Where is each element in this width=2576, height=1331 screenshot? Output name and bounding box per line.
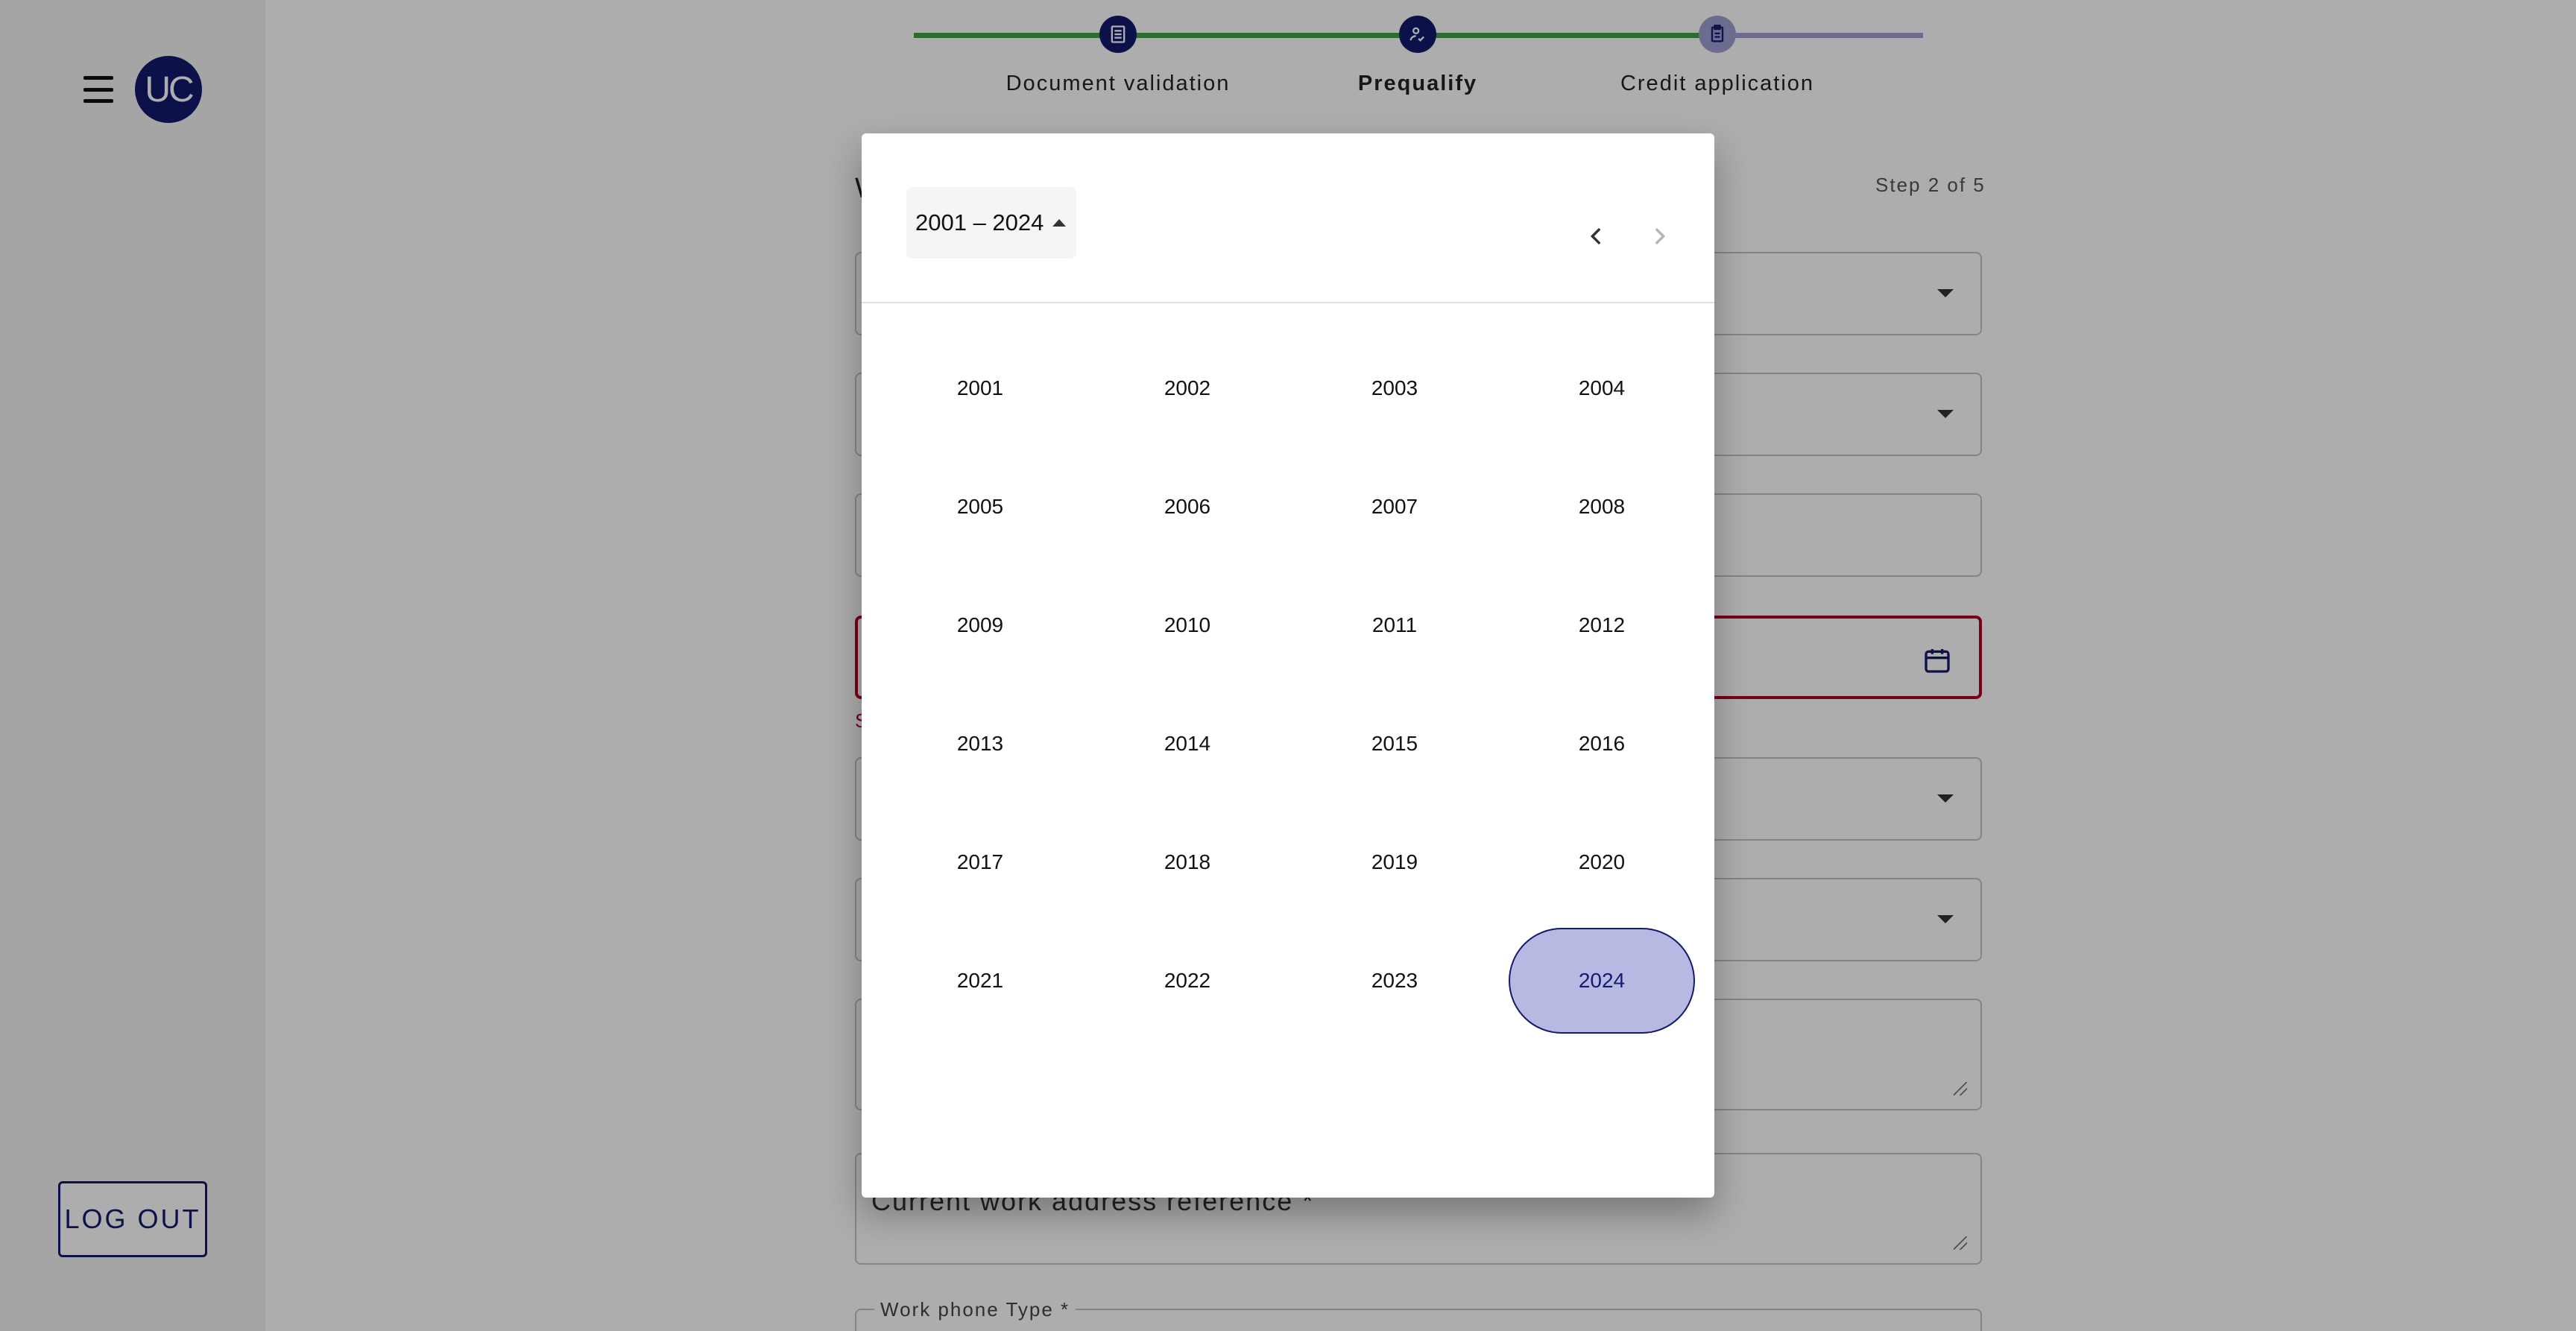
year-option-2020[interactable]: 2020: [1498, 803, 1705, 921]
year-option-label: 2012: [1578, 613, 1626, 636]
chevron-left-icon: [1590, 227, 1601, 245]
year-option-2011[interactable]: 2011: [1291, 566, 1498, 684]
year-option-label: 2022: [1164, 968, 1211, 992]
year-option-2003[interactable]: 2003: [1291, 329, 1498, 447]
year-option-2017[interactable]: 2017: [877, 803, 1084, 921]
year-option-2014[interactable]: 2014: [1084, 684, 1291, 803]
caret-up-icon: [1052, 219, 1067, 227]
year-option-label: 2019: [1371, 850, 1418, 873]
next-years-button[interactable]: [1638, 215, 1680, 257]
year-option-label: 2014: [1164, 731, 1211, 755]
year-option-2001[interactable]: 2001: [877, 329, 1084, 447]
year-option-label: 2017: [956, 850, 1004, 873]
year-option-2004[interactable]: 2004: [1498, 329, 1705, 447]
year-option-label: 2009: [956, 613, 1004, 636]
year-option-2016[interactable]: 2016: [1498, 684, 1705, 803]
year-option-2008[interactable]: 2008: [1498, 447, 1705, 566]
year-option-label: 2024: [1509, 927, 1695, 1034]
year-option-2007[interactable]: 2007: [1291, 447, 1498, 566]
year-option-label: 2018: [1164, 850, 1211, 873]
year-option-label: 2016: [1578, 731, 1626, 755]
year-option-2002[interactable]: 2002: [1084, 329, 1291, 447]
year-option-2009[interactable]: 2009: [877, 566, 1084, 684]
year-option-2018[interactable]: 2018: [1084, 803, 1291, 921]
year-option-label: 2004: [1578, 376, 1626, 399]
year-option-label: 2008: [1578, 494, 1626, 518]
year-range-label: 2001 – 2024: [915, 209, 1044, 235]
year-range-toggle[interactable]: 2001 – 2024: [906, 187, 1076, 259]
year-option-2012[interactable]: 2012: [1498, 566, 1705, 684]
previous-years-button[interactable]: [1576, 215, 1617, 257]
year-option-2005[interactable]: 2005: [877, 447, 1084, 566]
year-option-label: 2023: [1371, 968, 1418, 992]
year-option-label: 2005: [956, 494, 1004, 518]
year-picker-dialog: 2001 – 2024 2001 2002 2003 2004 2005 2006 2007…: [862, 133, 1714, 1198]
year-option-label: 2015: [1371, 731, 1418, 755]
year-option-label: 2002: [1164, 376, 1211, 399]
year-option-label: 2003: [1371, 376, 1418, 399]
year-option-2019[interactable]: 2019: [1291, 803, 1498, 921]
year-option-label: 2007: [1371, 494, 1418, 518]
year-option-2022[interactable]: 2022: [1084, 921, 1291, 1040]
year-option-label: 2006: [1164, 494, 1211, 518]
year-option-2023[interactable]: 2023: [1291, 921, 1498, 1040]
year-option-2013[interactable]: 2013: [877, 684, 1084, 803]
year-option-label: 2010: [1164, 613, 1211, 636]
year-option-label: 2020: [1578, 850, 1626, 873]
chevron-right-icon: [1655, 227, 1666, 245]
year-option-label: 2011: [1371, 613, 1418, 636]
year-option-2021[interactable]: 2021: [877, 921, 1084, 1040]
year-picker-header: 2001 – 2024: [862, 133, 1714, 303]
year-option-2010[interactable]: 2010: [1084, 566, 1291, 684]
year-option-2024[interactable]: 2024: [1498, 921, 1705, 1040]
year-option-label: 2013: [956, 731, 1004, 755]
year-option-2006[interactable]: 2006: [1084, 447, 1291, 566]
year-option-2015[interactable]: 2015: [1291, 684, 1498, 803]
year-option-label: 2001: [956, 376, 1004, 399]
year-option-label: 2021: [956, 968, 1004, 992]
year-grid: 2001 2002 2003 2004 2005 2006 2007 2008 2009 2010…: [877, 329, 1705, 1040]
